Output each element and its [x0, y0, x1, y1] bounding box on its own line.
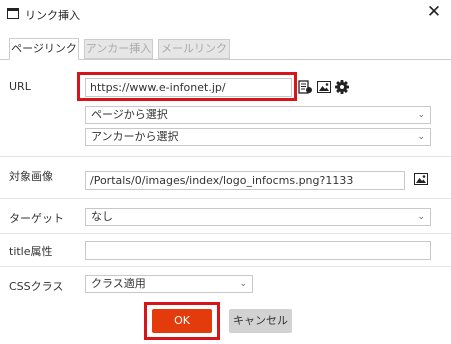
target-label: ターゲット — [9, 212, 64, 225]
chevron-down-icon: ⌄ — [417, 110, 425, 120]
target-select-value: なし — [91, 210, 113, 223]
css-class-label: CSSクラス — [9, 280, 64, 293]
row-divider — [0, 156, 451, 157]
window-icon — [7, 8, 19, 19]
url-input[interactable]: https://www.e-infonet.jp/ — [85, 78, 292, 97]
tab-page-link[interactable]: ページリンク — [9, 38, 79, 60]
image-icon[interactable] — [414, 173, 428, 185]
row-divider — [0, 266, 451, 267]
title-attr-input[interactable] — [85, 241, 431, 260]
dialog-title: リンク挿入 — [25, 9, 80, 22]
cancel-button[interactable]: キャンセル — [229, 309, 292, 333]
css-class-select[interactable]: クラス適用 ⌄ — [85, 275, 253, 293]
title-bar: リンク挿入 ✕ — [0, 0, 451, 30]
anchor-select-value: アンカーから選択 — [91, 130, 179, 143]
css-class-select-value: クラス適用 — [91, 277, 146, 290]
image-path-input[interactable]: /Portals/0/images/index/logo_infocms.png… — [85, 171, 405, 190]
row-divider — [0, 233, 451, 234]
chevron-down-icon: ⌄ — [417, 132, 425, 142]
close-icon[interactable]: ✕ — [424, 2, 444, 22]
target-select[interactable]: なし ⌄ — [85, 208, 431, 226]
page-select[interactable]: ページから選択 ⌄ — [85, 106, 431, 124]
page-link-icon[interactable] — [298, 80, 313, 95]
ok-button[interactable]: OK — [152, 309, 212, 333]
page-select-value: ページから選択 — [91, 108, 168, 121]
row-divider — [0, 198, 451, 199]
image-icon[interactable] — [317, 81, 331, 93]
url-label: URL — [9, 80, 31, 93]
chevron-down-icon: ⌄ — [417, 212, 425, 222]
tab-anchor-insert[interactable]: アンカー挿入 — [84, 39, 153, 59]
anchor-select[interactable]: アンカーから選択 ⌄ — [85, 128, 431, 146]
title-attr-label: title属性 — [9, 245, 53, 258]
chevron-down-icon: ⌄ — [239, 279, 247, 289]
image-label: 対象画像 — [9, 170, 53, 183]
tab-mail-link[interactable]: メールリンク — [158, 39, 230, 59]
gear-icon[interactable] — [335, 80, 349, 94]
